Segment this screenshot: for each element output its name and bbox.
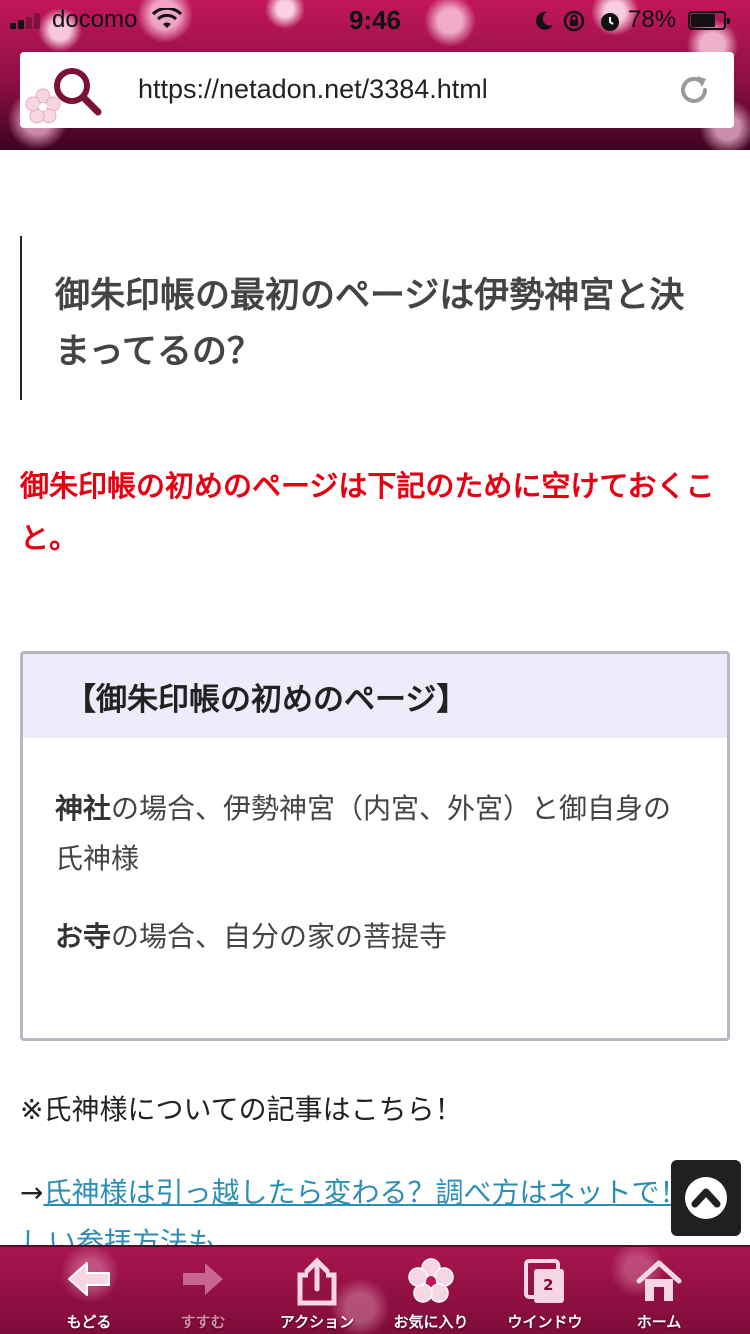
scroll-to-top-button[interactable]	[671, 1160, 741, 1236]
cherry-blossom-icon	[25, 88, 61, 124]
share-icon	[297, 1257, 337, 1306]
rotation-lock-icon	[563, 10, 585, 32]
browser-header: docomo 9:46 78% https://netadon.net/3384…	[0, 0, 750, 150]
battery-icon	[688, 11, 730, 30]
info-item-text: の場合、自分の家の菩提寺	[111, 920, 448, 953]
info-item-label: お寺	[55, 920, 112, 953]
forward-button[interactable]: すすむ	[146, 1247, 260, 1334]
url-bar[interactable]: https://netadon.net/3384.html	[20, 52, 734, 128]
info-item-shrine: 神社の場合、伊勢神宮（内宮、外宮）と御自身の氏神様	[55, 784, 695, 884]
window-count-badge: 2	[543, 1276, 554, 1294]
moon-icon	[536, 11, 553, 30]
action-label: アクション	[279, 1313, 355, 1331]
info-item-temple: お寺の場合、自分の家の菩提寺	[55, 912, 695, 962]
link-arrow: →	[20, 1176, 44, 1209]
alarm-icon	[601, 13, 619, 31]
reload-icon[interactable]	[676, 72, 712, 108]
forward-label: すすむ	[180, 1313, 226, 1331]
bottom-toolbar: もどる すすむ アクション お気に入り 2 ウインドウ ホーム	[0, 1245, 750, 1334]
article-heading: 御朱印帳の最初のページは伊勢神宮と決まってるの？	[20, 236, 710, 400]
home-icon	[636, 1260, 682, 1301]
action-button[interactable]: アクション	[260, 1247, 374, 1334]
back-button[interactable]: もどる	[32, 1247, 146, 1334]
status-bar: docomo 9:46 78%	[0, 0, 750, 40]
window-button[interactable]: 2 ウインドウ	[488, 1247, 602, 1334]
cherry-blossom-icon	[408, 1258, 454, 1303]
chevron-up-icon	[685, 1177, 727, 1219]
forward-arrow-icon	[183, 1263, 223, 1295]
reference-note: ※氏神様についての記事はこちら！	[20, 1093, 463, 1126]
info-box: 【御朱印帳の初めのページ】 神社の場合、伊勢神宮（内宮、外宮）と御自身の氏神様 …	[20, 651, 730, 1041]
info-box-title: 【御朱印帳の初めのページ】	[23, 654, 727, 738]
heading-text: 御朱印帳の最初のページは伊勢神宮と決まってるの？	[55, 276, 685, 372]
info-item-text: の場合、伊勢神宮（内宮、外宮）と御自身の氏神様	[55, 792, 672, 875]
home-label: ホーム	[636, 1313, 682, 1331]
back-arrow-icon	[68, 1262, 110, 1296]
window-label: ウインドウ	[507, 1313, 583, 1331]
favorites-button[interactable]: お気に入り	[374, 1247, 488, 1334]
back-label: もどる	[66, 1313, 112, 1331]
favorites-label: お気に入り	[393, 1313, 469, 1331]
battery-percentage: 78%	[628, 6, 677, 33]
url-text[interactable]: https://netadon.net/3384.html	[138, 74, 488, 105]
home-button[interactable]: ホーム	[602, 1247, 716, 1334]
info-box-body: 神社の場合、伊勢神宮（内宮、外宮）と御自身の氏神様 お寺の場合、自分の家の菩提寺	[23, 738, 727, 962]
info-item-label: 神社	[55, 792, 112, 825]
notice-text: 御朱印帳の初めのページは下記のために空けておくこと。	[20, 469, 715, 555]
